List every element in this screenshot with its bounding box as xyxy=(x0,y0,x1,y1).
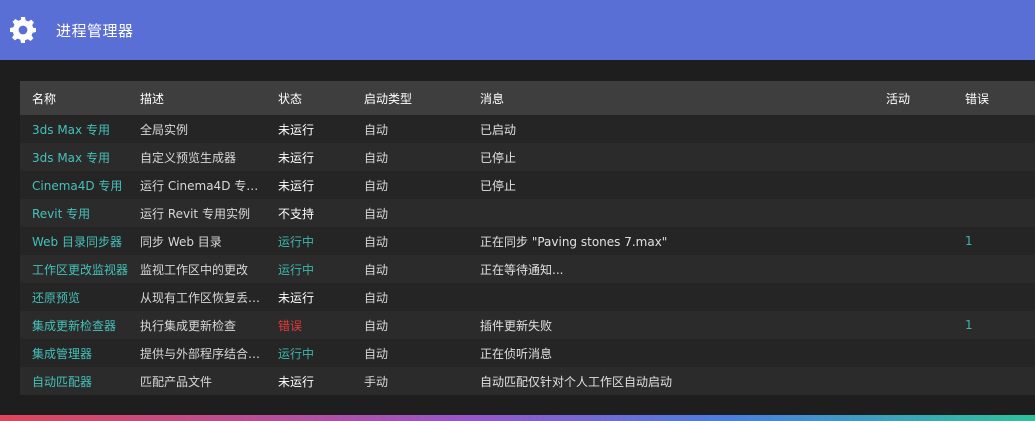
process-activity xyxy=(874,283,953,311)
process-errors xyxy=(953,199,1035,227)
process-status: 运行中 xyxy=(278,234,315,249)
process-description: 同步 Web 目录 xyxy=(140,234,222,249)
table-row[interactable]: 自动匹配器 匹配产品文件 未运行 手动 自动匹配仅针对个人工作区自动启动 xyxy=(20,367,1035,395)
process-description: 从现有工作区恢复丢失的预览 xyxy=(140,290,266,305)
column-header-message[interactable]: 消息 xyxy=(468,81,874,115)
process-errors[interactable]: 1 xyxy=(953,227,1035,255)
process-errors xyxy=(953,171,1035,199)
process-description: 监视工作区中的更改 xyxy=(140,262,249,277)
column-header-description[interactable]: 描述 xyxy=(128,81,266,115)
column-header-status[interactable]: 状态 xyxy=(266,81,352,115)
process-status: 运行中 xyxy=(278,262,315,277)
process-message xyxy=(468,283,874,311)
title-bar: 进程管理器 xyxy=(0,0,1035,60)
process-message: 正在等待通知... xyxy=(480,262,564,277)
table-row[interactable]: 3ds Max 专用 自定义预览生成器 未运行 自动 已停止 xyxy=(20,143,1035,171)
process-name[interactable]: Cinema4D 专用 xyxy=(20,171,128,199)
process-startup-type: 自动 xyxy=(364,318,389,333)
process-description: 运行 Cinema4D 专用实例 xyxy=(140,178,266,193)
process-startup-type: 自动 xyxy=(364,290,389,305)
process-startup-type: 自动 xyxy=(364,346,389,361)
process-activity xyxy=(874,227,953,255)
process-message: 已停止 xyxy=(480,178,517,193)
process-description: 运行 Revit 专用实例 xyxy=(140,206,250,221)
table-header-row: 名称 描述 状态 启动类型 消息 活动 错误 xyxy=(20,81,1035,115)
process-message: 已停止 xyxy=(480,150,517,165)
process-status: 未运行 xyxy=(278,374,315,389)
process-message: 插件更新失败 xyxy=(480,318,553,333)
process-status: 未运行 xyxy=(278,178,315,193)
table-row[interactable]: Cinema4D 专用 运行 Cinema4D 专用实例 未运行 自动 已停止 xyxy=(20,171,1035,199)
process-activity xyxy=(874,115,953,143)
process-startup-type: 手动 xyxy=(364,374,389,389)
process-message: 自动匹配仅针对个人工作区自动启动 xyxy=(480,374,673,389)
process-message xyxy=(468,199,874,227)
process-table-container: 名称 描述 状态 启动类型 消息 活动 错误 3ds Max 专用 全局实例 未… xyxy=(20,81,1035,395)
process-status: 未运行 xyxy=(278,290,315,305)
table-row[interactable]: Revit 专用 运行 Revit 专用实例 不支持 自动 xyxy=(20,199,1035,227)
process-activity xyxy=(874,339,953,367)
column-header-name[interactable]: 名称 xyxy=(20,81,128,115)
process-errors xyxy=(953,143,1035,171)
process-message: 正在同步 "Paving stones 7.max" xyxy=(480,234,668,249)
process-startup-type: 自动 xyxy=(364,178,389,193)
process-name[interactable]: 还原预览 xyxy=(20,283,128,311)
process-name[interactable]: 3ds Max 专用 xyxy=(20,115,128,143)
process-errors xyxy=(953,115,1035,143)
process-startup-type: 自动 xyxy=(364,206,389,221)
process-name[interactable]: 集成管理器 xyxy=(20,339,128,367)
process-errors[interactable]: 1 xyxy=(953,311,1035,339)
process-message: 正在侦听消息 xyxy=(480,346,553,361)
process-activity xyxy=(874,171,953,199)
process-status: 未运行 xyxy=(278,122,315,137)
table-row[interactable]: 集成更新检查器 执行集成更新检查 错误 自动 插件更新失败 1 xyxy=(20,311,1035,339)
table-row[interactable]: 集成管理器 提供与外部程序结合的集成 运行中 自动 正在侦听消息 xyxy=(20,339,1035,367)
process-name[interactable]: Revit 专用 xyxy=(20,199,128,227)
process-errors xyxy=(953,255,1035,283)
bottom-gradient-bar xyxy=(0,415,1035,421)
process-activity xyxy=(874,255,953,283)
column-header-activity[interactable]: 活动 xyxy=(874,81,953,115)
column-header-startup-type[interactable]: 启动类型 xyxy=(352,81,468,115)
process-name[interactable]: 3ds Max 专用 xyxy=(20,143,128,171)
process-status: 不支持 xyxy=(278,206,315,221)
process-activity xyxy=(874,367,953,395)
process-activity xyxy=(874,311,953,339)
table-row[interactable]: 还原预览 从现有工作区恢复丢失的预览 未运行 自动 xyxy=(20,283,1035,311)
process-description: 全局实例 xyxy=(140,122,189,137)
table-row[interactable]: Web 目录同步器 同步 Web 目录 运行中 自动 正在同步 "Paving … xyxy=(20,227,1035,255)
column-header-errors[interactable]: 错误 xyxy=(953,81,1035,115)
table-row[interactable]: 3ds Max 专用 全局实例 未运行 自动 已启动 xyxy=(20,115,1035,143)
process-message: 已启动 xyxy=(480,122,517,137)
process-table: 名称 描述 状态 启动类型 消息 活动 错误 3ds Max 专用 全局实例 未… xyxy=(20,81,1035,395)
process-errors xyxy=(953,339,1035,367)
process-status: 错误 xyxy=(278,318,303,333)
process-name[interactable]: 自动匹配器 xyxy=(20,367,128,395)
process-description: 提供与外部程序结合的集成 xyxy=(140,346,266,361)
process-activity xyxy=(874,143,953,171)
process-errors xyxy=(953,367,1035,395)
process-startup-type: 自动 xyxy=(364,150,389,165)
process-startup-type: 自动 xyxy=(364,122,389,137)
process-status: 运行中 xyxy=(278,346,315,361)
process-activity xyxy=(874,199,953,227)
process-errors xyxy=(953,283,1035,311)
process-manager-window: 进程管理器 名称 描述 状态 启动类型 消息 活动 错误 3ds Max 专用 … xyxy=(0,0,1035,421)
process-startup-type: 自动 xyxy=(364,262,389,277)
window-title: 进程管理器 xyxy=(56,21,134,40)
process-description: 自定义预览生成器 xyxy=(140,150,237,165)
process-description: 匹配产品文件 xyxy=(140,374,213,389)
gear-icon[interactable] xyxy=(9,16,37,44)
process-status: 未运行 xyxy=(278,150,315,165)
process-name[interactable]: Web 目录同步器 xyxy=(20,227,128,255)
process-name[interactable]: 集成更新检查器 xyxy=(20,311,128,339)
process-startup-type: 自动 xyxy=(364,234,389,249)
process-description: 执行集成更新检查 xyxy=(140,318,237,333)
table-row[interactable]: 工作区更改监视器 监视工作区中的更改 运行中 自动 正在等待通知... xyxy=(20,255,1035,283)
process-name[interactable]: 工作区更改监视器 xyxy=(20,255,128,283)
